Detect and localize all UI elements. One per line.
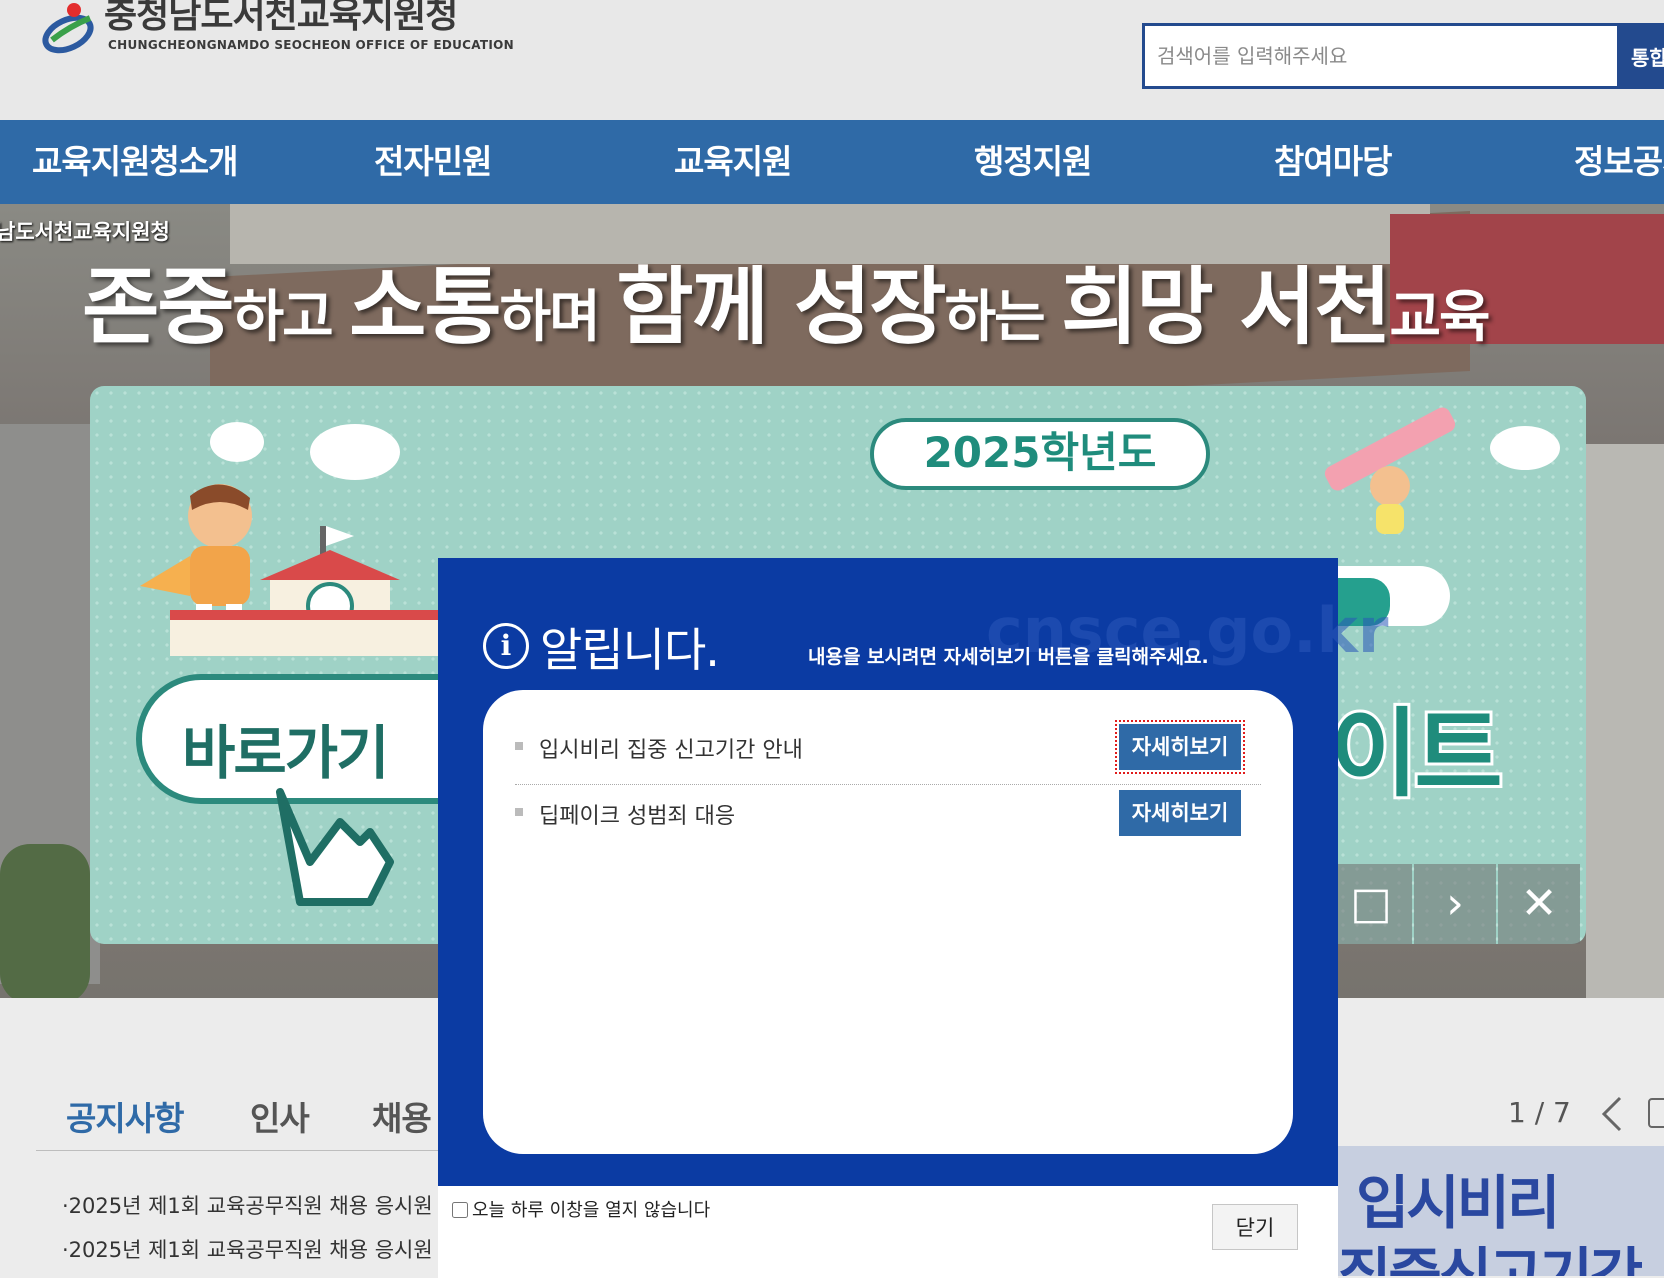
close-icon: ✕	[1520, 878, 1558, 929]
notice-item[interactable]: ·2025년 제1회 교육공무직원 채용 응시원	[62, 1234, 433, 1264]
slogan-word: 하는	[944, 285, 1062, 350]
info-icon: i	[483, 623, 529, 669]
nav-item-education[interactable]: 교육지원	[674, 120, 792, 204]
view-detail-button[interactable]: 자세히보기	[1115, 720, 1245, 774]
pencil-character-icon	[1324, 407, 1456, 534]
notice-title: 딥페이크 성범죄 대응	[539, 804, 736, 829]
nav-item-intro[interactable]: 교육지원청소개	[32, 120, 239, 204]
list-item: 입시비리 집중 신고기간 안내 자세히보기	[515, 714, 1261, 785]
popup-notice-list: 입시비리 집중 신고기간 안내 자세히보기 딥페이크 성범죄 대응 자세히보기	[483, 690, 1293, 1154]
slogan-word: 하며	[499, 285, 617, 350]
right-building	[1586, 444, 1664, 998]
trees	[0, 844, 90, 998]
logo-korean-name: 충청남도서천교육지원청	[104, 0, 458, 36]
slogan-word: 희망	[1061, 258, 1239, 356]
banner-close-button[interactable]: ✕	[1498, 864, 1580, 944]
banner-go-text: 바로가기	[182, 719, 389, 787]
logo-emblem-icon	[42, 3, 94, 54]
notice-item[interactable]: ·2025년 제1회 교육공무직원 채용 응시원	[62, 1190, 433, 1220]
cloud-icon	[1490, 426, 1560, 470]
chevron-right-icon: ›	[1446, 878, 1464, 929]
school-building-icon	[170, 526, 440, 656]
stop-icon: □	[1350, 878, 1392, 929]
nav-item-admin[interactable]: 행정지원	[974, 120, 1092, 204]
dont-show-today-checkbox[interactable]	[452, 1202, 468, 1218]
close-button[interactable]: 닫기	[1212, 1204, 1298, 1250]
slogan-word: 성장	[794, 258, 947, 356]
site-header: 충청남도서천교육지원청 CHUNGCHEONGNAMDO SEOCHEON OF…	[0, 0, 1664, 120]
tab-recruit[interactable]: 채용	[372, 1092, 432, 1140]
banner-next-button[interactable]: ›	[1414, 864, 1496, 944]
banner-stop-button[interactable]: □	[1330, 864, 1412, 944]
promo-thumbnail[interactable]: 입시비리 집중신고기간	[1338, 1146, 1664, 1276]
banner-controls: □ › ✕	[1330, 864, 1586, 944]
notice-title: 입시비리 집중 신고기간 안내	[539, 738, 803, 763]
hand-pointer-icon	[276, 788, 394, 906]
nav-item-civil[interactable]: 전자민원	[374, 120, 492, 204]
main-nav: 교육지원청소개 전자민원 교육지원 행정지원 참여마당 정보공개	[0, 120, 1664, 204]
slogan-word: 소통	[349, 258, 502, 356]
site-logo[interactable]: 충청남도서천교육지원청 CHUNGCHEONGNAMDO SEOCHEON OF…	[40, 0, 520, 60]
chevron-left-icon[interactable]	[1600, 1094, 1624, 1134]
slogan-word: 존중	[82, 258, 235, 356]
dont-show-today[interactable]: 오늘 하루 이창을 열지 않습니다	[452, 1196, 710, 1222]
popup-subtitle: 내용을 보시려면 자세히보기 버튼을 클릭해주세요.	[808, 646, 1209, 668]
slogan-word: 교육	[1389, 285, 1491, 350]
search-input[interactable]	[1145, 26, 1615, 86]
slogan-word: 함께	[616, 258, 795, 356]
search-button[interactable]: 통합	[1617, 23, 1664, 89]
logo-english-name: CHUNGCHEONGNAMDO SEOCHEON OFFICE OF EDUC…	[108, 38, 515, 52]
pager-pause-button[interactable]	[1648, 1098, 1664, 1128]
bullet-icon	[515, 808, 523, 816]
search-box: 통합	[1142, 23, 1664, 89]
cloud-icon	[310, 424, 400, 480]
popup-title: 알립니다.	[540, 623, 720, 677]
promo-subtitle: 집중신고기간	[1338, 1241, 1643, 1276]
bullet-icon	[515, 742, 523, 750]
banner-right-text: 이트	[1327, 695, 1506, 813]
nav-item-participation[interactable]: 참여마당	[1274, 120, 1392, 204]
nav-item-info[interactable]: 정보공개	[1574, 120, 1664, 204]
hero-slogan: 존중하고 소통하며 함께 성장하는 희망 서천교육	[82, 240, 1491, 361]
popup-body: cnsce.go.kr i 알립니다. 내용을 보시려면 자세히보기 버튼을 클…	[438, 558, 1389, 1186]
dont-show-today-label: 오늘 하루 이창을 열지 않습니다	[472, 1200, 711, 1221]
tab-notice[interactable]: 공지사항	[66, 1092, 184, 1140]
slogan-word: 서천	[1238, 258, 1392, 356]
tab-personnel[interactable]: 인사	[250, 1092, 310, 1140]
list-item: 딥페이크 성범죄 대응 자세히보기	[515, 780, 1261, 850]
notice-popup: cnsce.go.kr i 알립니다. 내용을 보시려면 자세히보기 버튼을 클…	[438, 558, 1389, 1278]
pager-count: 1 / 7	[1508, 1096, 1571, 1129]
view-detail-button[interactable]: 자세히보기	[1119, 790, 1241, 836]
banner-year-badge: 2025학년도	[870, 418, 1210, 490]
slogan-word: 하고	[232, 285, 350, 350]
cloud-icon	[210, 422, 264, 462]
